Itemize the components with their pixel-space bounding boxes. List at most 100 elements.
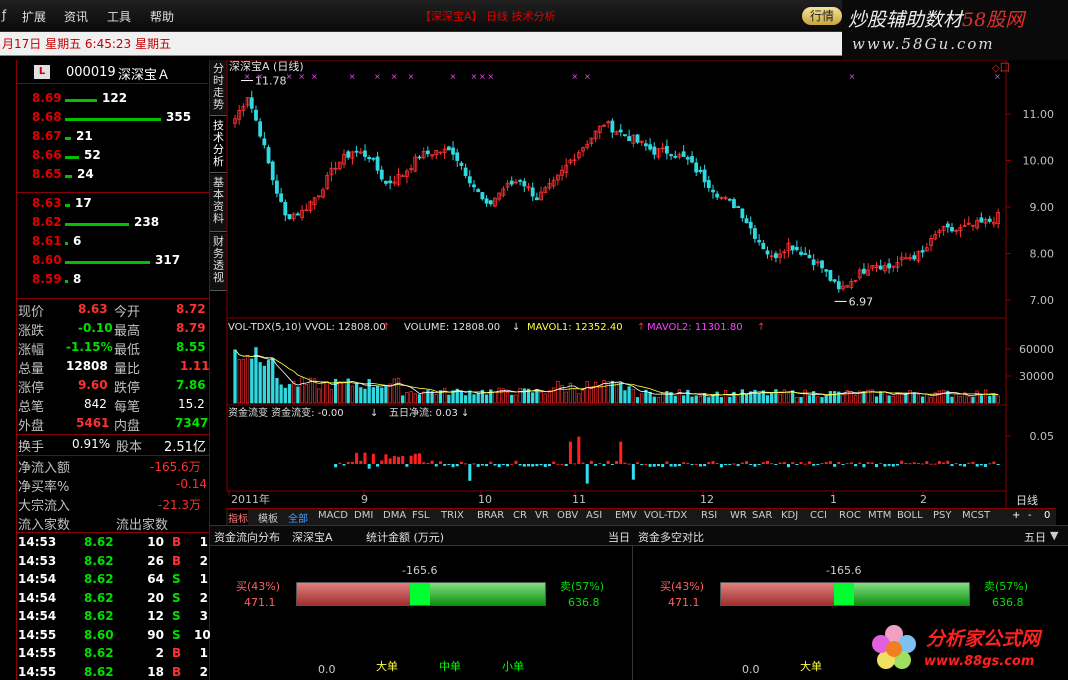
order-volume-bar (65, 99, 97, 102)
net-bar-fill (410, 583, 430, 605)
tab-fund-comparison[interactable]: 资金多空对比 (638, 529, 704, 545)
label-low: 最低 (114, 343, 141, 358)
indicator-tab-asi[interactable]: ASI (586, 510, 602, 521)
flow-bar (346, 461, 350, 464)
flow-bar (552, 461, 556, 464)
tick-row[interactable]: 14:55 8.62 2 B 1 (16, 645, 210, 664)
order-volume: 24 (77, 167, 94, 181)
tick-row[interactable]: 14:55 8.62 18 B 2 (16, 664, 210, 680)
period-today[interactable]: 当日 (608, 529, 630, 545)
quote-panel: L 000019 深深宝Ａ 8.69 122 8.68 355 8.67 21 8.66 52… (0, 60, 211, 680)
tick-row[interactable]: 14:53 8.62 10 B 1 (16, 534, 210, 553)
indicator-tab-trix[interactable]: TRIX (441, 510, 464, 521)
menu-tools[interactable]: 工具 (107, 8, 131, 25)
right-buy-value: 471.1 (668, 596, 700, 609)
quote-button[interactable]: 行情 (802, 7, 842, 25)
flow-bar (547, 464, 551, 467)
indicator-tab-kdj[interactable]: KDJ (781, 510, 798, 521)
flow-bar (883, 464, 887, 467)
tick-time: 14:53 (18, 535, 57, 549)
label-trades: 总笔 (18, 400, 45, 415)
tick-row[interactable]: 14:55 8.60 90 S 10 (16, 627, 211, 646)
candle-body (732, 199, 736, 209)
indicator-tab-macd[interactable]: MACD (318, 510, 348, 521)
volume-bar (992, 394, 996, 404)
volume-bar (321, 381, 325, 404)
flow-bar (627, 463, 631, 465)
indicator-tab-obv[interactable]: OBV (557, 510, 578, 521)
value-outer: 5461 (76, 416, 110, 430)
flow-bar (786, 464, 790, 468)
indicator-tab-brar[interactable]: BRAR (477, 510, 504, 521)
indicator-tab-mcst[interactable]: MCST (962, 510, 990, 521)
tick-row[interactable]: 14:53 8.62 26 B 2 (16, 553, 210, 572)
volume-bar (271, 358, 275, 404)
candle-body (258, 121, 263, 137)
candle-body (748, 221, 753, 229)
menu-help[interactable]: 帮助 (150, 8, 174, 25)
flow-bar (464, 463, 468, 465)
tick-row[interactable]: 14:54 8.62 64 S 1 (16, 571, 210, 590)
menu-extend[interactable]: 扩展 (22, 8, 46, 25)
indicator-control-2[interactable]: 0 (1044, 510, 1050, 521)
flow-bar (342, 464, 346, 466)
indicator-tab-sar[interactable]: SAR (752, 510, 772, 521)
flow-bar (925, 461, 929, 464)
volume-bar (690, 396, 694, 404)
indicator-tab-dma[interactable]: DMA (383, 510, 406, 521)
flow-bar (514, 460, 518, 464)
dropdown-chevron-icon[interactable]: ▼ (1050, 529, 1058, 542)
tick-volume: 2 (155, 646, 164, 660)
time-label-9: 9 (361, 493, 368, 506)
time-label-1: 1 (830, 493, 837, 506)
menu-info[interactable]: 资讯 (64, 8, 88, 25)
order-volume-bar (65, 242, 68, 245)
candle-body (727, 198, 732, 201)
order-volume: 355 (166, 110, 192, 124)
order-volume: 17 (75, 196, 92, 210)
indicator-tab-rsi[interactable]: RSI (701, 510, 717, 521)
sell-bar-fill (430, 583, 545, 605)
flow-bar (644, 463, 648, 465)
flow-bar (392, 456, 396, 464)
volume-bar (585, 381, 589, 404)
indicator-tab-cr[interactable]: CR (513, 510, 527, 521)
volume-bar (757, 392, 761, 404)
volume-arrow: ↑ (382, 322, 390, 333)
tick-volume: 64 (147, 572, 164, 586)
indicator-tab-boll[interactable]: BOLL (897, 510, 923, 521)
indicator-tab-mtm[interactable]: MTM (868, 510, 891, 521)
tick-row[interactable]: 14:54 8.62 12 S 3 (16, 608, 210, 627)
indicator-tab-roc[interactable]: ROC (839, 510, 861, 521)
indicator-tab-vr[interactable]: VR (535, 510, 549, 521)
tab-fund-flow-distribution[interactable]: 资金流向分布 (214, 529, 280, 545)
right-zero: 0.0 (742, 663, 760, 676)
indicator-tab-emv[interactable]: EMV (615, 510, 637, 521)
flow-bar (669, 464, 673, 467)
indicator-tab-cci[interactable]: CCI (810, 510, 827, 521)
indicator-tab-psy[interactable]: PSY (933, 510, 952, 521)
flow-bar (434, 464, 438, 467)
indicator-tab-vol-tdx[interactable]: VOL-TDX (644, 510, 687, 521)
indicator-tab-fsl[interactable]: FSL (412, 510, 430, 521)
flow-bar (417, 453, 421, 464)
price-tick-label: 9.00 (1030, 201, 1055, 214)
period-five-day[interactable]: 五日 (1024, 529, 1046, 545)
candle-body (836, 281, 841, 290)
indicator-tab-dmi[interactable]: DMI (354, 510, 373, 521)
left-zero: 0.0 (318, 663, 336, 676)
left-buy-label: 买(43%) (236, 580, 281, 593)
order-price: 8.61 (32, 234, 62, 248)
indicator-control-1[interactable]: - (1028, 510, 1032, 521)
flow-bar (858, 462, 862, 464)
tick-count: 1 (199, 535, 208, 549)
indicator-tab-全部[interactable]: 全部 (288, 510, 308, 525)
tick-row[interactable]: 14:54 8.62 20 S 2 (16, 590, 210, 609)
indicator-tab-指标[interactable]: 指标 (228, 510, 248, 525)
label-high: 最高 (114, 324, 141, 339)
indicator-tab-wr[interactable]: WR (730, 510, 747, 521)
volume-bar (275, 377, 279, 404)
indicator-tab-模板[interactable]: 模板 (258, 510, 278, 525)
indicator-control-0[interactable]: + (1012, 510, 1020, 521)
flow-bar (652, 464, 656, 467)
